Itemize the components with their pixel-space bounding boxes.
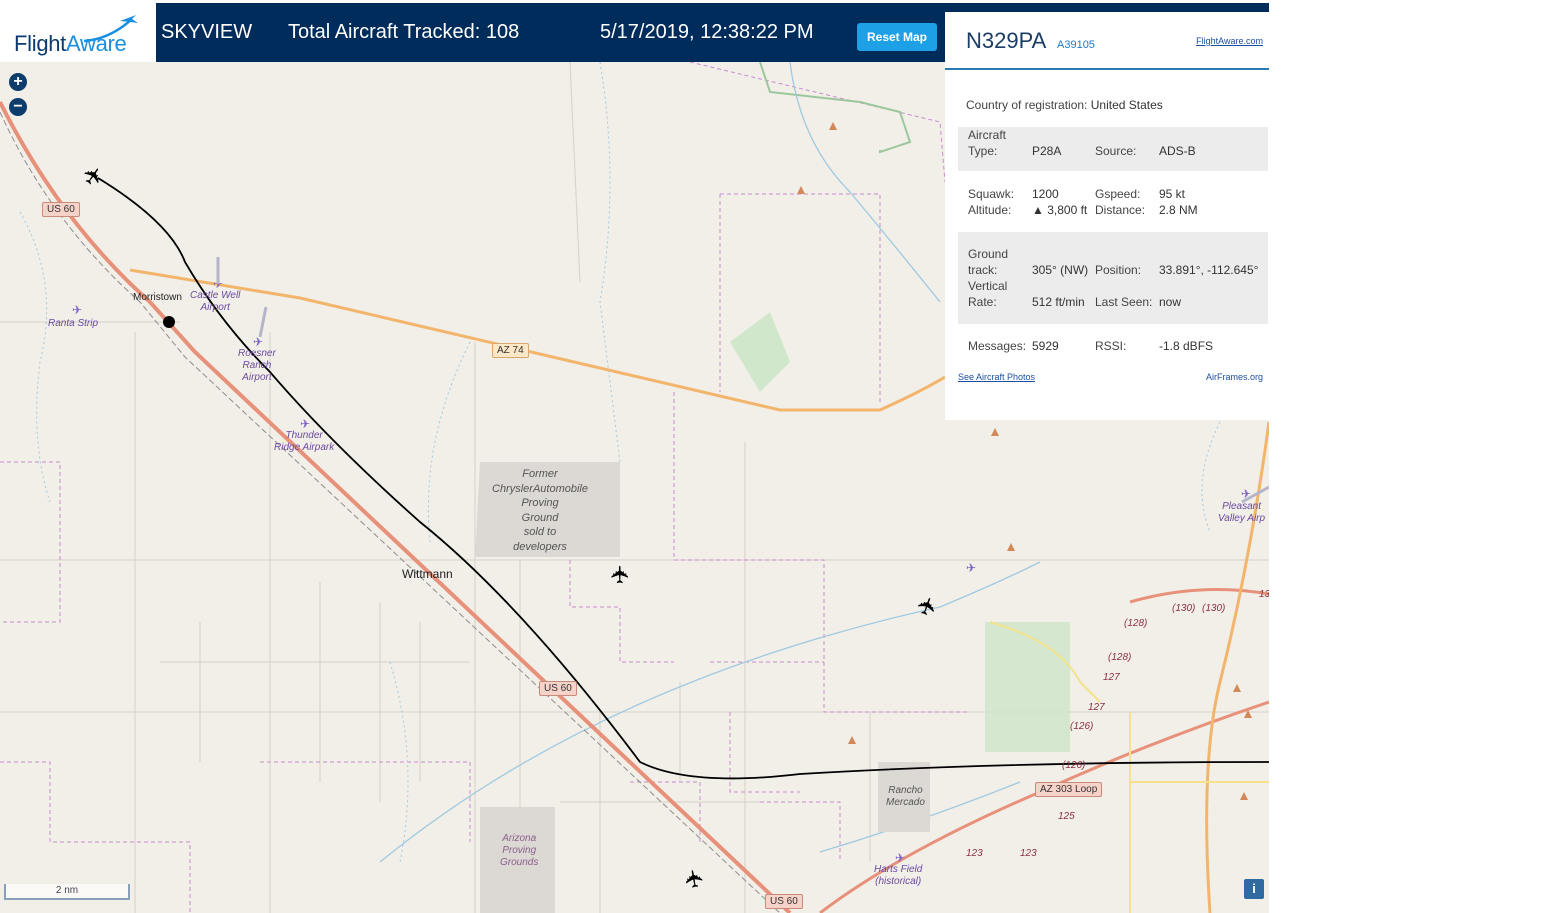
road-number: 13 <box>1259 589 1269 600</box>
airport-icon: ✈ <box>966 561 976 575</box>
vertical-label: Vertical <box>968 279 1008 293</box>
messages-value: 5929 <box>1032 339 1059 353</box>
receiver-location <box>163 316 175 328</box>
airport-icon: ✈ <box>253 335 263 349</box>
label-roesner-ranch-airport: Roesner Ranch Airport <box>238 348 276 383</box>
road-number: 125 <box>1058 811 1075 822</box>
app-name: SKYVIEW <box>161 21 253 43</box>
road-number: 123 <box>966 848 983 859</box>
panel-header: N329PA A39105 FlightAware.com <box>945 12 1269 70</box>
reset-map-button[interactable]: Reset Map <box>857 23 937 51</box>
last-seen-label: Last Seen: <box>1095 295 1153 309</box>
altitude-value: ▲ 3,800 ft <box>1032 203 1088 217</box>
aircraft-detail-panel: N329PA A39105 FlightAware.com Country of… <box>945 12 1269 420</box>
park-area-north <box>730 312 790 392</box>
label-rancho-mercado: Rancho Mercado <box>886 785 925 808</box>
road-number: (126) <box>1062 760 1086 771</box>
road-number: 123 <box>1020 848 1037 859</box>
park-area <box>985 622 1070 752</box>
squawk-altitude-group: Squawk: 1200 Gspeed: 95 kt Altitude: ▲ 3… <box>958 182 1268 222</box>
squawk-value: 1200 <box>1032 187 1059 201</box>
rssi-label: RSSI: <box>1095 339 1127 353</box>
gspeed-value: 95 kt <box>1159 187 1186 201</box>
track-value: 305° (NW) <box>1032 263 1089 277</box>
label-harts-field: Harts Field (historical) <box>874 864 923 887</box>
rate-label: Rate: <box>968 295 997 309</box>
highway-us60 <box>0 101 792 913</box>
zoom-in-button[interactable]: + <box>9 73 27 91</box>
squawk-label: Squawk: <box>968 187 1015 201</box>
type-label: Type: <box>968 144 998 158</box>
airport-icon: ✈ <box>300 417 310 431</box>
road-number: (130) <box>1172 603 1196 614</box>
zoom-out-button[interactable]: − <box>9 98 27 116</box>
highway-north-south <box>1205 421 1269 913</box>
flightaware-logo[interactable]: FlightAware <box>0 3 156 65</box>
gspeed-label: Gspeed: <box>1095 187 1141 201</box>
aircraft-hex-code: A39105 <box>1057 39 1095 51</box>
shield-us60: US 60 <box>539 681 577 696</box>
altitude-label: Altitude: <box>968 203 1012 217</box>
map-scale: 2 nm <box>4 884 130 900</box>
highway-130 <box>1129 588 1269 604</box>
road-number: 127 <box>1103 672 1120 683</box>
label-arizona-proving-grounds: Arizona Proving Grounds <box>500 833 539 868</box>
distance-value: 2.8 NM <box>1159 203 1198 217</box>
label-pleasant-valley: Pleasant Valley Airp <box>1218 501 1266 524</box>
label-thunder-ridge-airpark: Thunder Ridge Airpark <box>274 430 335 453</box>
road-number: (128) <box>1108 652 1132 663</box>
messages-group: Messages: 5929 RSSI: -1.8 dBFS <box>958 334 1268 358</box>
source-label: Source: <box>1095 144 1137 158</box>
current-datetime: 5/17/2019, 12:38:22 PM <box>600 21 814 43</box>
aircraft-photos-link[interactable]: See Aircraft Photos <box>958 372 1035 382</box>
rate-value: 512 ft/min <box>1032 295 1085 309</box>
shield-us60: US 60 <box>765 894 803 909</box>
aircraft-label: Aircraft <box>968 128 1007 142</box>
aircraft-tail-number: N329PA <box>966 28 1047 53</box>
ground-label: Ground <box>968 247 1009 261</box>
shield-az303-loop: AZ 303 Loop <box>1035 782 1103 797</box>
airframes-link[interactable]: AirFrames.org <box>1206 372 1263 382</box>
airport-icon: ✈ <box>72 303 82 317</box>
type-value: P28A <box>1032 144 1062 158</box>
position-value: 33.891°, -112.645° <box>1159 263 1259 277</box>
messages-label: Messages: <box>968 339 1027 353</box>
rivers <box>379 62 1041 863</box>
aircraft-count: Total Aircraft Tracked: 108 <box>288 21 520 43</box>
road-number: (126) <box>1070 721 1094 732</box>
source-value: ADS-B <box>1159 144 1196 158</box>
track-label: track: <box>968 263 998 277</box>
logo-text: FlightAware <box>14 31 127 56</box>
map-info-button[interactable]: i <box>1244 879 1264 899</box>
position-label: Position: <box>1095 263 1142 277</box>
road-number: (130) <box>1202 603 1226 614</box>
road-number: 127 <box>1088 702 1105 713</box>
flightaware-link[interactable]: FlightAware.com <box>1196 36 1263 46</box>
skyview-app: FlightAware SKYVIEW Total Aircraft Track… <box>0 0 1269 913</box>
airport-icon: ✈ <box>895 851 905 865</box>
rssi-value: -1.8 dBFS <box>1159 339 1214 353</box>
place-morristown: Morristown <box>133 292 182 303</box>
shield-az74: AZ 74 <box>492 343 529 358</box>
aircraft-type-group: Aircraft Type: P28A Source: ADS-B <box>958 127 1268 171</box>
label-castle-well-airport: Castle Well Airport <box>190 290 241 313</box>
label-chrysler-proving-ground: Former ChryslerAutomobile Proving Ground… <box>492 468 588 553</box>
track-position-group: Ground track: 305° (NW) Position: 33.891… <box>958 232 1268 324</box>
road-number: (128) <box>1124 618 1148 629</box>
green-boundary <box>759 62 912 154</box>
country-of-registration: Country of registration: United States <box>966 98 1163 112</box>
label-ranta-strip: Ranta Strip <box>48 318 99 329</box>
distance-label: Distance: <box>1095 203 1146 217</box>
shield-us60: US 60 <box>42 202 80 217</box>
place-wittmann: Wittmann <box>402 567 453 581</box>
aircraft-icon[interactable]: ✈ <box>607 564 636 584</box>
last-seen-value: now <box>1159 295 1182 309</box>
